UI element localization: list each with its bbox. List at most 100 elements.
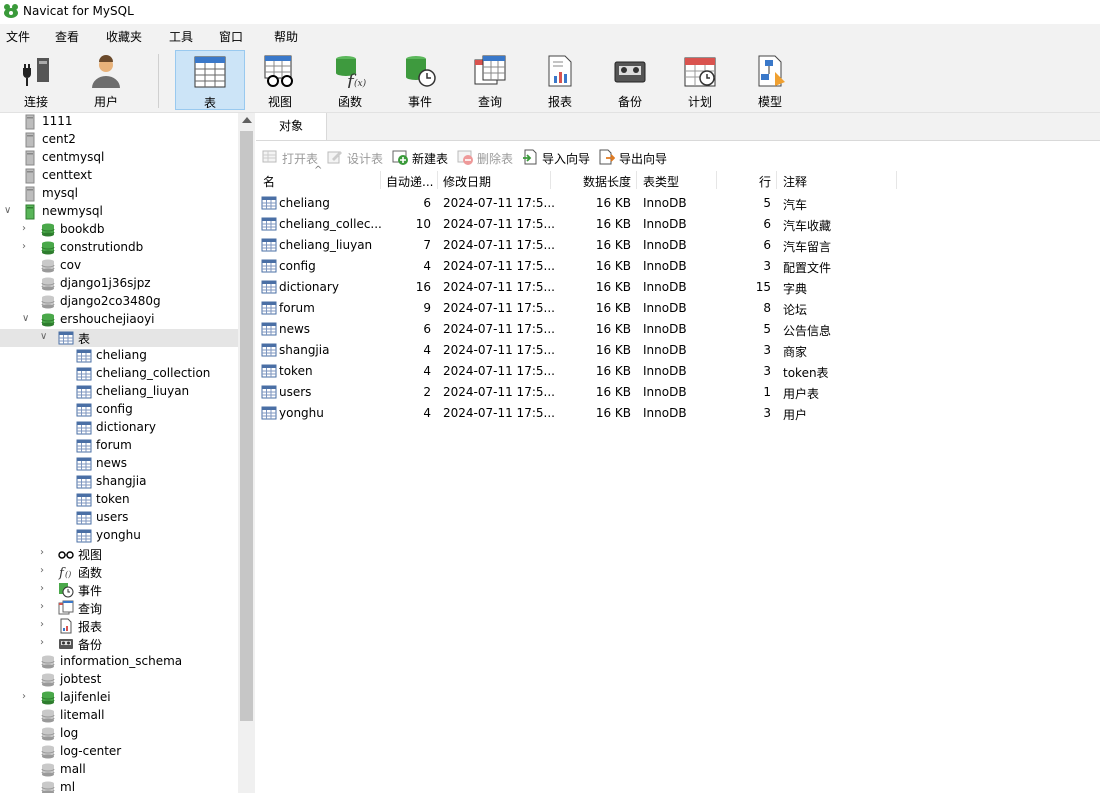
table-row[interactable]: token 4 2024-07-11 17:5... 16 KB InnoDB 3 toke…: [256, 361, 1100, 382]
table-row[interactable]: shangjia 4 2024-07-11 17:5... 16 KB InnoDB 3 商…: [256, 340, 1100, 361]
database-mall[interactable]: mall: [0, 761, 238, 779]
table-row[interactable]: config 4 2024-07-11 17:5... 16 KB InnoDB 3 配置文…: [256, 256, 1100, 277]
chevron-right-icon[interactable]: ›: [40, 602, 50, 612]
column-header-name[interactable]: 名: [263, 173, 275, 190]
tree-table-shangjia[interactable]: shangjia: [0, 473, 238, 491]
backup-button[interactable]: 备份: [595, 50, 665, 110]
tree-item-label: token: [96, 492, 130, 506]
cell-comment: token表: [783, 366, 829, 380]
database-lajifenlei[interactable]: › lajifenlei: [0, 689, 238, 707]
menu-favorites[interactable]: 收藏夹: [106, 28, 142, 45]
scroll-up-arrow-icon[interactable]: [242, 117, 252, 123]
tree-group-4[interactable]: › 报表: [0, 617, 238, 635]
tree-group-1[interactable]: › f() 函数: [0, 563, 238, 581]
tree-item-label: mall: [60, 762, 86, 776]
database-jobtest[interactable]: jobtest: [0, 671, 238, 689]
cell-engine: InnoDB: [643, 280, 687, 294]
view-button[interactable]: 视图: [245, 50, 315, 110]
function-icon: f (x): [336, 56, 367, 88]
column-header-data-length[interactable]: 数据长度: [583, 173, 631, 190]
database-ml[interactable]: ml: [0, 779, 238, 793]
column-header-auto-increment[interactable]: 自动递...: [386, 173, 433, 190]
table-row[interactable]: cheliang_liuyan 7 2024-07-11 17:5... 16 KB I…: [256, 235, 1100, 256]
connection-newmysql[interactable]: ∨ newmysql: [0, 203, 238, 221]
database-information_schema[interactable]: information_schema: [0, 653, 238, 671]
chevron-right-icon[interactable]: ›: [22, 692, 32, 702]
database-django1j36sjpz[interactable]: django1j36sjpz: [0, 275, 238, 293]
database-cov[interactable]: cov: [0, 257, 238, 275]
chevron-down-icon[interactable]: ∨: [4, 206, 14, 216]
tree-table-config[interactable]: config: [0, 401, 238, 419]
table-row[interactable]: news 6 2024-07-11 17:5... 16 KB InnoDB 5 公告信息: [256, 319, 1100, 340]
database-litemall[interactable]: litemall: [0, 707, 238, 725]
tree-table-users[interactable]: users: [0, 509, 238, 527]
menu-tools[interactable]: 工具: [169, 28, 193, 45]
table-row[interactable]: cheliang 6 2024-07-11 17:5... 16 KB InnoDB 5 汽…: [256, 193, 1100, 214]
function-button[interactable]: f (x) 函数: [315, 50, 385, 110]
connection-centmysql[interactable]: centmysql: [0, 149, 238, 167]
chevron-right-icon[interactable]: ›: [22, 224, 32, 234]
connection-tree[interactable]: 1111 cent2 centmysql centtext mysql ∨ newmysql…: [0, 113, 256, 793]
tree-table-cheliang_collection[interactable]: cheliang_collection: [0, 365, 238, 383]
column-header-comment[interactable]: 注释: [783, 173, 807, 190]
sidebar-scrollbar[interactable]: [238, 113, 255, 793]
report-button[interactable]: 报表: [525, 50, 595, 110]
database-ershouchejiaoyi[interactable]: ∨ ershouchejiaoyi: [0, 311, 238, 329]
chevron-down-icon[interactable]: ∨: [22, 314, 32, 324]
column-header-modified[interactable]: 修改日期: [443, 173, 491, 190]
tree-group-5[interactable]: › 备份: [0, 635, 238, 653]
tree-table-forum[interactable]: forum: [0, 437, 238, 455]
chevron-right-icon[interactable]: ›: [22, 242, 32, 252]
connect-button[interactable]: 连接: [1, 50, 71, 110]
chevron-right-icon[interactable]: ›: [40, 584, 50, 594]
query-button[interactable]: 查询: [455, 50, 525, 110]
table-row[interactable]: users 2 2024-07-11 17:5... 16 KB InnoDB 1 用户表: [256, 382, 1100, 403]
database-bookdb[interactable]: › bookdb: [0, 221, 238, 239]
table-row[interactable]: forum 9 2024-07-11 17:5... 16 KB InnoDB 8 论坛: [256, 298, 1100, 319]
tree-table-news[interactable]: news: [0, 455, 238, 473]
connection-1111[interactable]: 1111: [0, 113, 238, 131]
database-construtiondb[interactable]: › construtiondb: [0, 239, 238, 257]
tree-group-3[interactable]: › 查询: [0, 599, 238, 617]
tree-item-label: 视图: [78, 548, 103, 562]
connection-mysql[interactable]: mysql: [0, 185, 238, 203]
column-header-rows[interactable]: 行: [759, 173, 771, 190]
menu-help[interactable]: 帮助: [274, 28, 298, 45]
schedule-button[interactable]: 计划: [665, 50, 735, 110]
menu-view[interactable]: 查看: [55, 28, 79, 45]
database-django2co3480g[interactable]: django2co3480g: [0, 293, 238, 311]
column-separator: [636, 171, 637, 189]
tree-item-label: cheliang: [96, 348, 147, 362]
tree-table-yonghu[interactable]: yonghu: [0, 527, 238, 545]
chevron-right-icon[interactable]: ›: [40, 566, 50, 576]
tree-group-tables[interactable]: ∨ 表: [0, 329, 238, 347]
connection-cent2[interactable]: cent2: [0, 131, 238, 149]
database-log-center[interactable]: log-center: [0, 743, 238, 761]
cell-rows: 8: [763, 301, 771, 315]
model-button[interactable]: 模型: [735, 50, 805, 110]
tree-table-dictionary[interactable]: dictionary: [0, 419, 238, 437]
tab-objects[interactable]: 对象: [256, 113, 327, 140]
table-row[interactable]: cheliang_collec... 10 2024-07-11 17:5... 16…: [256, 214, 1100, 235]
tree-table-token[interactable]: token: [0, 491, 238, 509]
table-icon: [261, 322, 277, 336]
database-log[interactable]: log: [0, 725, 238, 743]
connection-centtext[interactable]: centtext: [0, 167, 238, 185]
tree-table-cheliang[interactable]: cheliang: [0, 347, 238, 365]
chevron-right-icon[interactable]: ›: [40, 548, 50, 558]
chevron-right-icon[interactable]: ›: [40, 638, 50, 648]
tree-group-2[interactable]: › 事件: [0, 581, 238, 599]
tree-group-0[interactable]: › 视图: [0, 545, 238, 563]
tree-table-cheliang_liuyan[interactable]: cheliang_liuyan: [0, 383, 238, 401]
event-button[interactable]: 事件: [385, 50, 455, 110]
chevron-right-icon[interactable]: ›: [40, 620, 50, 630]
scrollbar-thumb[interactable]: [240, 131, 253, 721]
menu-file[interactable]: 文件: [6, 28, 30, 45]
chevron-down-icon[interactable]: ∨: [40, 332, 50, 342]
user-button[interactable]: 用户: [71, 50, 141, 110]
menu-window[interactable]: 窗口: [219, 28, 243, 45]
column-header-engine[interactable]: 表类型: [643, 173, 679, 190]
table-row[interactable]: yonghu 4 2024-07-11 17:5... 16 KB InnoDB 3 用户: [256, 403, 1100, 424]
table-button[interactable]: 表: [175, 50, 245, 110]
table-row[interactable]: dictionary 16 2024-07-11 17:5... 16 KB InnoD…: [256, 277, 1100, 298]
